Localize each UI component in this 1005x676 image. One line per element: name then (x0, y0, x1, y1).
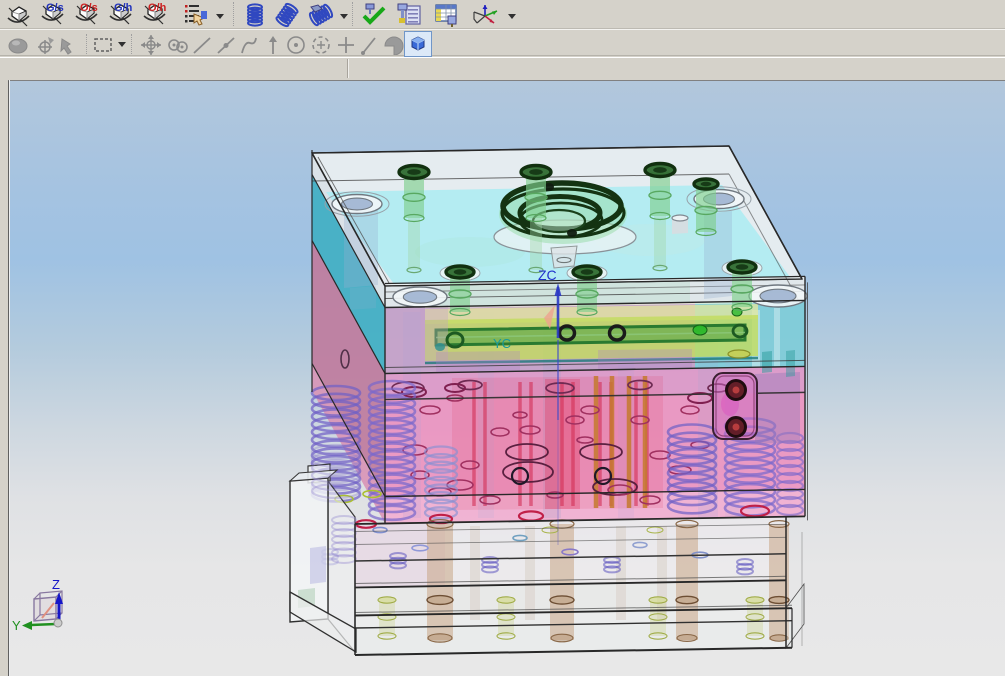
svg-text:O/h: O/h (148, 2, 167, 14)
svg-text:YC: YC (493, 336, 511, 351)
svg-text:G/s: G/s (46, 2, 64, 14)
svg-text:Z: Z (52, 577, 60, 592)
svg-text:Y: Y (12, 618, 21, 633)
svg-text:G/h: G/h (114, 2, 133, 14)
svg-text:O/s: O/s (80, 2, 98, 14)
svg-text:ZC: ZC (538, 267, 557, 283)
